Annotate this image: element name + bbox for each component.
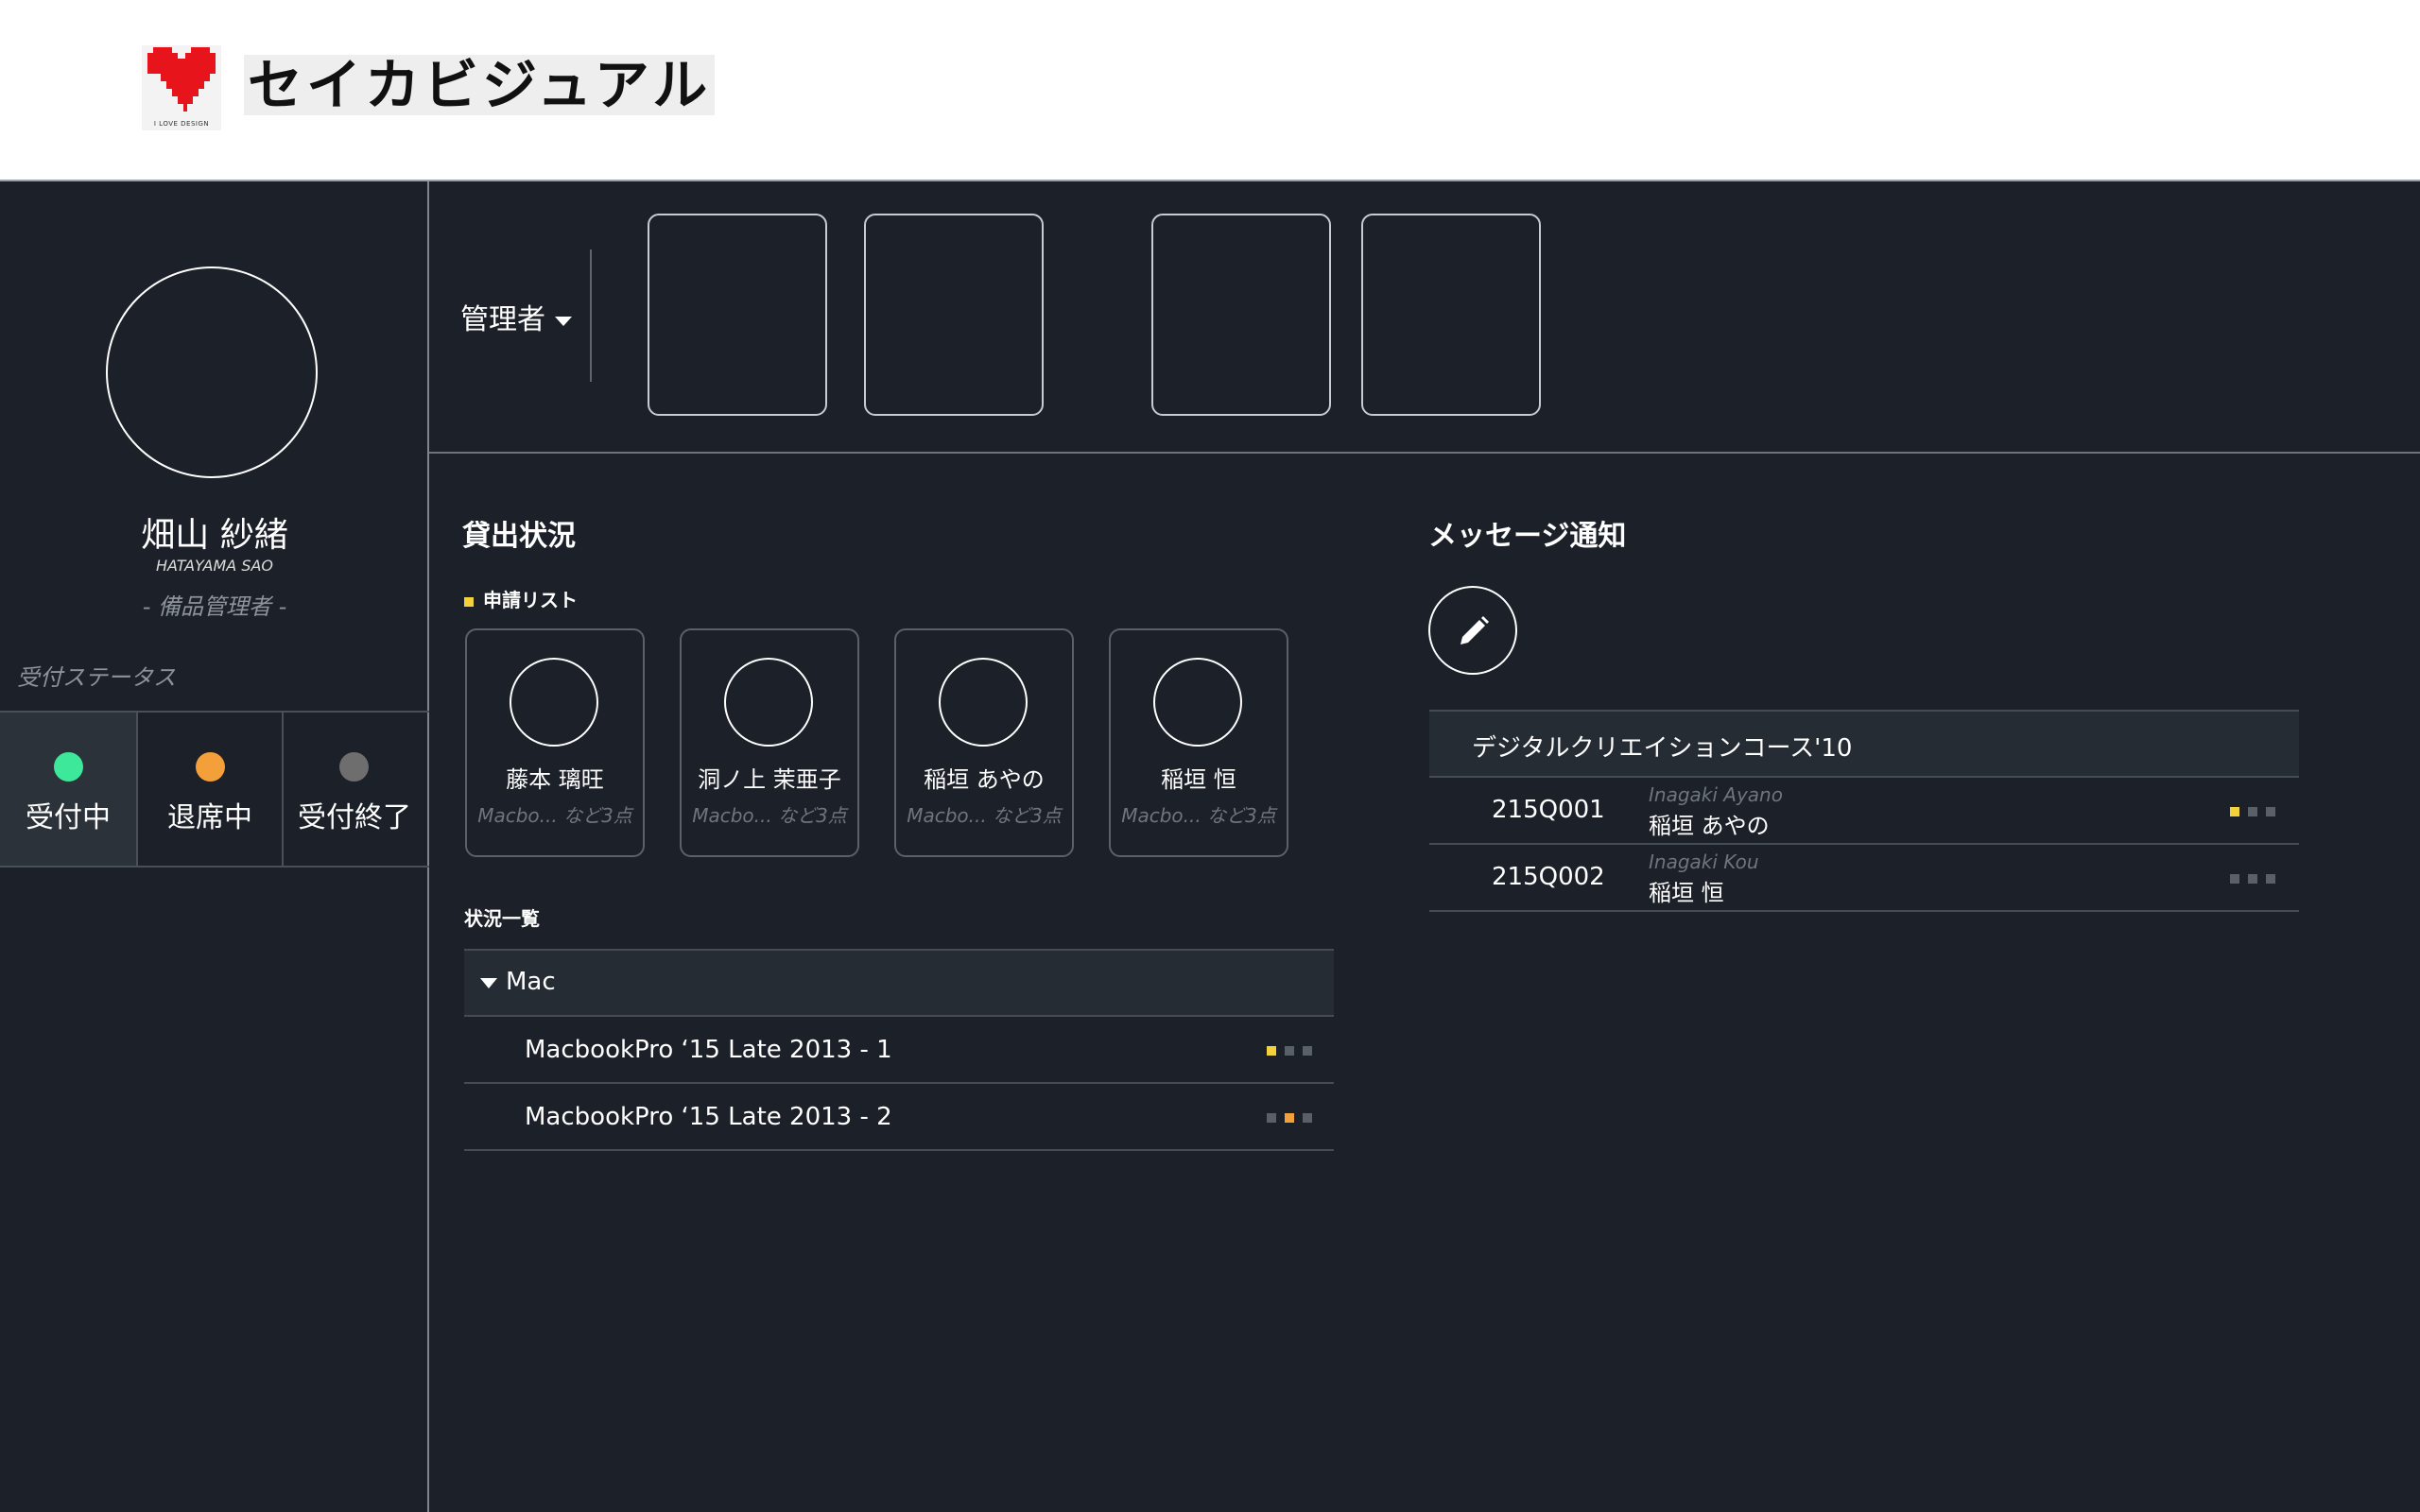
overview-label: 状況一覧 [464, 907, 540, 930]
item-row[interactable]: MacbookPro ‘15 Late 2013 - 1 [464, 1017, 1334, 1084]
status-dot-icon [196, 752, 225, 782]
status-indicator-icon [2248, 874, 2257, 884]
pencil-icon [1461, 616, 1489, 644]
message-row[interactable]: 215Q001 Inagaki Ayano 稲垣 あやの [1429, 778, 2299, 845]
request-card[interactable]: 稲垣 恒 Macbo... など3点 [1109, 628, 1288, 857]
user-name: 畑山 紗緒 [141, 516, 288, 555]
status-dot-icon [54, 752, 83, 782]
slot-card[interactable] [864, 214, 1044, 416]
request-name: 洞ノ上 茉亜子 [698, 766, 841, 793]
logo-wordmark[interactable]: セイカビジュアル [244, 55, 716, 115]
status-indicator-icon [2248, 807, 2257, 816]
role-dropdown[interactable]: 管理者 [460, 296, 572, 337]
avatar [939, 658, 1028, 747]
request-name: 稲垣 あやの [924, 766, 1045, 793]
student-id: 215Q002 [1492, 863, 1605, 891]
item-label: MacbookPro ‘15 Late 2013 - 2 [525, 1103, 892, 1131]
logo-tagline: I LOVE DESIGN [153, 120, 210, 128]
role-dropdown-label: 管理者 [460, 303, 545, 336]
slot-card[interactable] [1361, 214, 1541, 416]
status-label: 退席中 [167, 801, 252, 834]
student-name: 稲垣 あやの [1649, 813, 1770, 839]
request-name: 藤本 璃旺 [506, 766, 604, 793]
group-row-mac[interactable]: Mac [464, 949, 1334, 1017]
request-card[interactable]: 藤本 璃旺 Macbo... など3点 [465, 628, 645, 857]
status-indicator-icon [1303, 1113, 1312, 1123]
request-name: 稲垣 恒 [1161, 766, 1236, 793]
status-button-away[interactable]: 退席中 [138, 713, 284, 866]
loan-status-title: 貸出状況 [462, 520, 576, 553]
status-indicator-icon [1267, 1046, 1276, 1056]
status-indicator-icon [2266, 807, 2275, 816]
request-card[interactable]: 稲垣 あやの Macbo... など3点 [894, 628, 1074, 857]
status-label: 受付中 [26, 801, 111, 834]
toolbar-divider [590, 249, 592, 382]
status-indicator-icon [1285, 1113, 1294, 1123]
avatar [1153, 658, 1242, 747]
user-avatar[interactable] [106, 266, 318, 478]
caret-down-icon [555, 316, 572, 326]
status-label: 受付終了 [298, 801, 411, 834]
avatar [510, 658, 598, 747]
status-indicator-icon [2230, 874, 2239, 884]
status-dot-icon [339, 752, 369, 782]
request-items: Macbo... など3点 [907, 804, 1062, 827]
message-notice-title: メッセージ通知 [1428, 520, 1627, 553]
user-role: - 備品管理者 - [142, 593, 287, 620]
item-row[interactable]: MacbookPro ‘15 Late 2013 - 2 [464, 1084, 1334, 1151]
user-name-roman: HATAYAMA SAO [155, 557, 274, 575]
slot-card[interactable] [1151, 214, 1331, 416]
status-button-open[interactable]: 受付中 [0, 713, 138, 866]
group-label: Mac [506, 968, 556, 996]
status-indicator-icon [2266, 874, 2275, 884]
student-name: 稲垣 恒 [1649, 880, 1724, 906]
avatar [724, 658, 813, 747]
request-card[interactable]: 洞ノ上 茉亜子 Macbo... など3点 [680, 628, 859, 857]
request-items: Macbo... など3点 [1121, 804, 1276, 827]
course-header-row: デジタルクリエイションコース'10 [1429, 710, 2299, 778]
compose-button[interactable] [1428, 586, 1517, 675]
request-list-label: 申請リスト [464, 585, 578, 612]
status-button-closed[interactable]: 受付終了 [284, 713, 425, 866]
caret-down-icon [480, 978, 497, 988]
student-name-roman: Inagaki Kou [1649, 850, 1759, 873]
reception-status-title: 受付ステータス [17, 664, 176, 691]
status-indicator-icon [1285, 1046, 1294, 1056]
reception-status-toggle: 受付中 退席中 受付終了 [0, 711, 429, 868]
student-name-roman: Inagaki Ayano [1649, 783, 1783, 806]
student-id: 215Q001 [1492, 796, 1605, 824]
request-items: Macbo... など3点 [692, 804, 847, 827]
item-label: MacbookPro ‘15 Late 2013 - 1 [525, 1036, 892, 1064]
slot-card[interactable] [648, 214, 827, 416]
logo-heart-icon[interactable] [142, 45, 221, 130]
course-label: デジタルクリエイションコース'10 [1472, 734, 1853, 763]
status-indicator-icon [1267, 1113, 1276, 1123]
status-indicator-icon [2230, 807, 2239, 816]
status-indicator-icon [1303, 1046, 1312, 1056]
request-items: Macbo... など3点 [477, 804, 632, 827]
message-row[interactable]: 215Q002 Inagaki Kou 稲垣 恒 [1429, 845, 2299, 912]
